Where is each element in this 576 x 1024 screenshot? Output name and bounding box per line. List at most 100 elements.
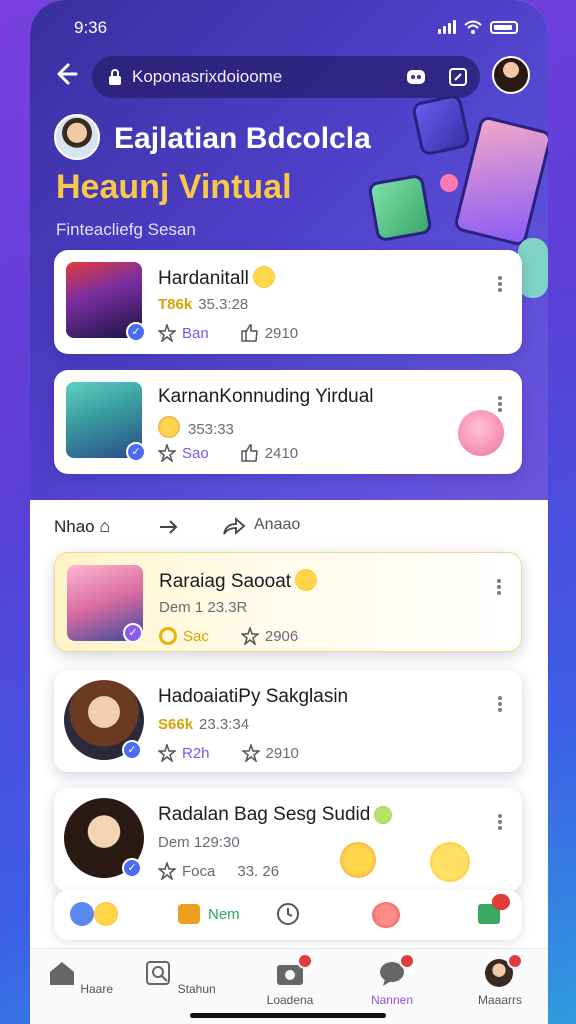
channel-avatar[interactable]	[54, 114, 100, 160]
nav-label: Stahun	[177, 982, 216, 996]
hero-headline: Heaunj Vintual	[56, 168, 292, 206]
heart-eyes-emoji-icon	[340, 842, 376, 878]
card-stats: Ban 2910	[158, 324, 298, 342]
star-icon[interactable]	[158, 324, 176, 342]
wifi-icon	[464, 20, 482, 34]
share-icon[interactable]	[222, 516, 246, 536]
rating-text: R2h	[182, 744, 210, 762]
gift-icon[interactable]	[178, 904, 200, 924]
verified-check-icon: ✓	[123, 623, 143, 643]
nav-camera[interactable]: Loadena	[250, 953, 330, 1007]
verified-check-icon: ✓	[122, 740, 142, 760]
action-label[interactable]: Nem	[208, 906, 240, 923]
count-text: 2906	[264, 627, 299, 645]
nav-search[interactable]: Stahun	[140, 959, 220, 996]
sparkle-decoration	[440, 174, 458, 192]
featured-card[interactable]: ✓ KarnanKonnuding Yirdual 353:33 Sao 241…	[54, 370, 522, 474]
notification-dot	[399, 953, 415, 969]
tabs-icon[interactable]	[448, 67, 468, 87]
feed-card[interactable]: ✓ Raraiag Saooat Dem 1 23.3R Sac 2906	[54, 552, 522, 652]
featured-card[interactable]: ✓ Hardanitall T86k 35.3:28 Ban 2910	[54, 250, 522, 354]
party-emoji-icon	[158, 416, 180, 438]
status-time: 9:36	[74, 18, 108, 37]
count-text: 2910	[264, 324, 299, 342]
count-text: 2410	[264, 444, 299, 462]
phone-screen: 9:36 Koponasrixdoioome Eajlatian Bdcolcl…	[30, 0, 548, 1024]
card-stats: Sao 2410	[158, 444, 298, 462]
card-title: Radalan Bag Sesg Sudid	[158, 804, 393, 826]
forward-arrow-icon[interactable]	[158, 518, 180, 536]
nav-label: Maaarrs	[477, 993, 522, 1007]
profile-icon	[485, 953, 523, 987]
wink-emoji-icon	[430, 842, 470, 882]
more-options-icon[interactable]	[498, 276, 502, 292]
happy-emoji-icon[interactable]	[94, 902, 118, 926]
card-title: Raraiag Saooat	[159, 569, 318, 593]
verified-check-icon: ✓	[122, 858, 142, 878]
nav-profile[interactable]: Maaarrs	[460, 953, 540, 1007]
camera-icon	[275, 953, 313, 987]
star-icon[interactable]	[158, 862, 176, 880]
card-title: Hardanitall	[158, 266, 275, 290]
home-indicator[interactable]	[190, 1013, 386, 1018]
card-stats: Foca 33. 26	[158, 862, 279, 880]
rating-text: Sac	[183, 627, 209, 645]
card-meta: 353:33	[158, 416, 234, 438]
action-bar: Nem	[54, 890, 522, 940]
extension-icon[interactable]	[406, 67, 426, 87]
more-options-icon[interactable]	[498, 814, 502, 830]
card-stats: Sac 2906	[159, 627, 298, 645]
nav-label: Loadena	[266, 993, 314, 1007]
hero-subtitle: Finteacliefg Sesan	[56, 220, 196, 239]
profile-avatar[interactable]	[492, 56, 530, 94]
status-bar: 9:36	[74, 18, 518, 40]
url-bar[interactable]: Koponasrixdoioome	[92, 56, 480, 98]
blush-emoji-icon	[458, 410, 504, 456]
card-title: HadoaiatiPy Sakglasin	[158, 686, 349, 707]
verified-check-icon: ✓	[126, 442, 146, 462]
nav-messages[interactable]: Nannen	[352, 953, 432, 1007]
card-meta: S66k 23.3:34	[158, 716, 250, 733]
card-meta: Dem 129:30	[158, 834, 240, 851]
notification-dot	[297, 953, 313, 969]
browser-bar: Koponasrixdoioome	[30, 54, 548, 98]
tab-home[interactable]: Nhao ⌂	[54, 516, 110, 537]
card-title: KarnanKonnuding Yirdual	[158, 386, 374, 407]
nav-label: Haare	[80, 982, 114, 996]
tab-explore[interactable]: Anaao	[254, 516, 300, 534]
rating-text: Sao	[182, 444, 209, 462]
feed-card[interactable]: ✓ Radalan Bag Sesg Sudid Dem 129:30 Foca…	[54, 788, 522, 892]
sparkle-icon[interactable]	[241, 744, 260, 762]
house-icon: ⌂	[99, 516, 111, 536]
more-options-icon[interactable]	[497, 579, 501, 595]
url-text: Koponasrixdoioome	[132, 67, 283, 86]
heart-icon[interactable]	[372, 902, 400, 928]
nav-label: Nannen	[370, 993, 414, 1007]
mascot-decoration	[518, 238, 548, 298]
lock-icon	[109, 69, 121, 85]
signal-icon	[438, 20, 456, 34]
user-icon[interactable]	[70, 902, 94, 926]
bottom-navigation: Haare Stahun Loadena Nannen Maaarrs	[30, 948, 548, 1024]
notification-dot	[507, 953, 523, 969]
notification-badge	[492, 894, 510, 910]
like-icon[interactable]	[240, 324, 259, 342]
feed-card[interactable]: ✓ HadoaiatiPy Sakglasin S66k 23.3:34 R2h …	[54, 670, 522, 772]
back-arrow-icon[interactable]	[52, 60, 80, 88]
nav-home[interactable]: Haare	[40, 959, 120, 996]
like-icon[interactable]	[240, 444, 259, 462]
rating-text: Ban	[182, 324, 209, 342]
rating-text: Foca	[182, 862, 216, 880]
star-icon[interactable]	[240, 627, 259, 645]
floating-phone-decoration	[410, 93, 472, 157]
clock-icon[interactable]	[276, 902, 300, 926]
floating-card-decoration	[367, 173, 433, 243]
search-icon	[146, 961, 171, 985]
verified-check-icon: ✓	[126, 322, 146, 342]
star-icon[interactable]	[158, 744, 176, 762]
card-meta: T86k 35.3:28	[158, 296, 249, 313]
more-options-icon[interactable]	[498, 696, 502, 712]
nervous-emoji-icon	[374, 806, 393, 824]
sparkle-icon[interactable]	[158, 444, 176, 462]
more-options-icon[interactable]	[498, 396, 502, 412]
